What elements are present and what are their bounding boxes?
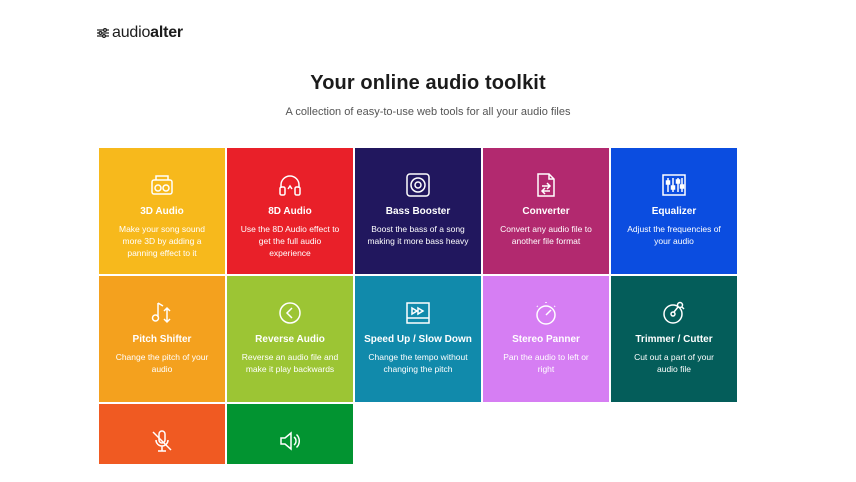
tool-name: Trimmer / Cutter (635, 334, 713, 345)
tool-name: Converter (522, 206, 570, 217)
tool-description: Cut out a part of your audio file (634, 352, 714, 374)
tool-name: Bass Booster (385, 206, 451, 217)
tool-name: Stereo Panner (512, 334, 580, 345)
tool-tile-mic-off[interactable] (99, 404, 225, 464)
mic-off-icon (99, 428, 225, 454)
tool-description: Adjust the frequencies of your audio (627, 224, 721, 246)
tool-name: Pitch Shifter (132, 334, 192, 345)
tool-description: Convert any audio file to another file f… (500, 224, 592, 246)
page-subtitle: A collection of easy-to-use web tools fo… (285, 106, 571, 118)
volume-icon (227, 428, 353, 454)
tool-tile-3d-audio[interactable]: 3D Audio Make your song sound more 3D by… (99, 148, 225, 274)
speaker-icon (355, 172, 481, 198)
tool-name: Speed Up / Slow Down (364, 334, 472, 345)
tool-description: Change the pitch of your audio (115, 352, 209, 374)
logo-text: audioalter (112, 24, 183, 41)
tool-tile-volume[interactable] (227, 404, 353, 464)
tool-description: Change the tempo without changing the pi… (368, 352, 468, 374)
tool-tile-converter[interactable]: Converter Convert any audio file to anot… (483, 148, 609, 274)
file-convert-icon (483, 172, 609, 198)
boombox-icon (99, 172, 225, 198)
tool-name: 3D Audio (140, 206, 184, 217)
equalizer-icon (611, 172, 737, 198)
tool-description: Make your song sound more 3D by adding a… (119, 224, 205, 258)
headphones-icon (227, 172, 353, 198)
tool-name: 8D Audio (268, 206, 312, 217)
tool-description: Reverse an audio file and make it play b… (241, 352, 339, 374)
tool-tile-stereo-panner[interactable]: Stereo Panner Pan the audio to left or r… (483, 276, 609, 402)
tool-tile-pitch-shifter[interactable]: Pitch Shifter Change the pitch of your a… (99, 276, 225, 402)
knob-icon (483, 300, 609, 326)
reverse-icon (227, 300, 353, 326)
tool-tile-speed-up-slow-down[interactable]: Speed Up / Slow Down Change the tempo wi… (355, 276, 481, 402)
tool-tile-equalizer[interactable]: Equalizer Adjust the frequencies of your… (611, 148, 737, 274)
page-title: Your online audio toolkit (310, 72, 546, 94)
tool-description: Pan the audio to left or right (503, 352, 589, 374)
tool-tile-8d-audio[interactable]: 8D Audio Use the 8D Audio effect to get … (227, 148, 353, 274)
tool-description: Boost the bass of a song making it more … (367, 224, 469, 246)
tool-name: Reverse Audio (255, 334, 325, 345)
tool-tile-trimmer-cutter[interactable]: Trimmer / Cutter Cut out a part of your … (611, 276, 737, 402)
audioalter-logo[interactable]: audioalter (97, 24, 183, 42)
sliders-icon (97, 28, 109, 38)
tools-grid: 3D Audio Make your song sound more 3D by… (99, 148, 739, 464)
tool-tile-bass-booster[interactable]: Bass Booster Boost the bass of a song ma… (355, 148, 481, 274)
fast-forward-icon (355, 300, 481, 326)
record-cut-icon (611, 300, 737, 326)
tool-tile-reverse-audio[interactable]: Reverse Audio Reverse an audio file and … (227, 276, 353, 402)
pitch-icon (99, 300, 225, 326)
tool-description: Use the 8D Audio effect to get the full … (240, 224, 340, 258)
tool-name: Equalizer (651, 206, 697, 217)
